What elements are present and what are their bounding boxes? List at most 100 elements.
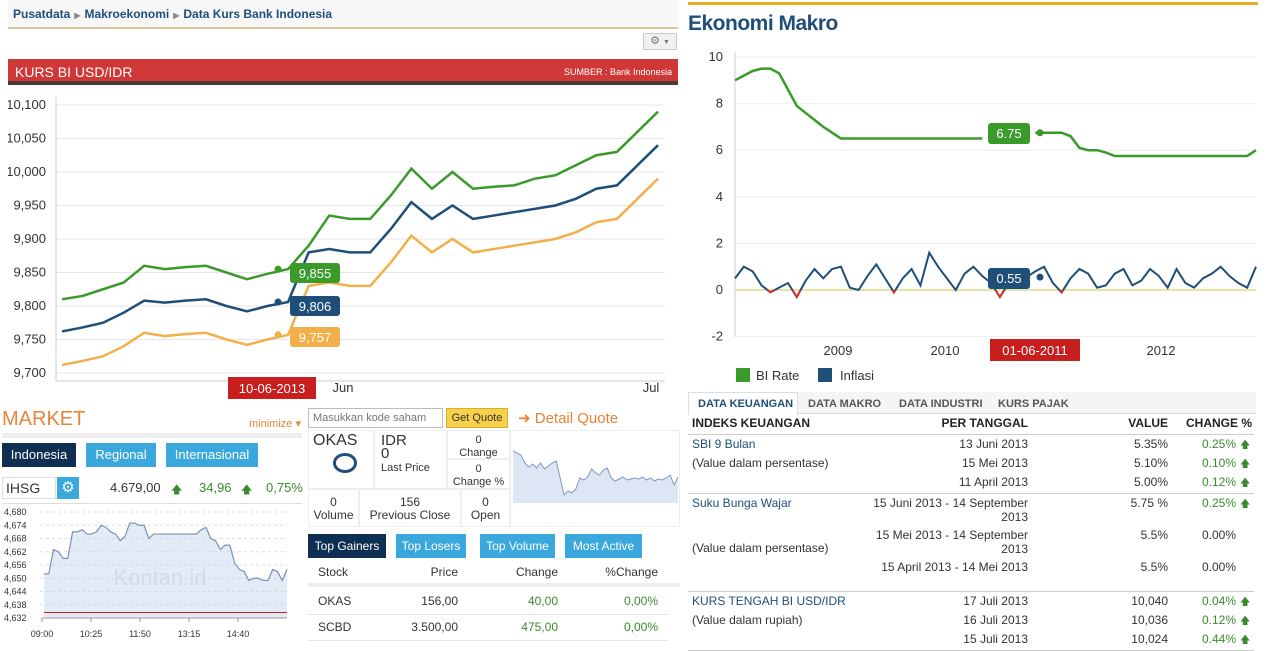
y-tick-label: 4,662 <box>4 547 27 557</box>
price-cell: 3.500,00 <box>411 620 458 634</box>
get-quote-button[interactable]: Get Quote <box>446 408 508 428</box>
value-cell: 5.75 % <box>1130 496 1168 510</box>
change-cell: 0 Change <box>447 430 510 459</box>
change-cell: 0.00% <box>1201 528 1236 542</box>
breadcrumb-item[interactable]: Data Kurs Bank Indonesia <box>183 7 332 21</box>
last-price-cell: IDR 0 Last Price <box>374 430 447 489</box>
tab-top-gainers[interactable]: Top Gainers <box>308 534 386 558</box>
crosshair-date-label: 01-06-2011 <box>1002 343 1068 358</box>
tooltip-label: 6.75 <box>996 126 1021 141</box>
y-tick-label: 10,100 <box>6 97 46 112</box>
arrow-up-icon: 🡅 <box>171 484 183 496</box>
arrow-up-icon: 🡅 <box>1240 499 1251 510</box>
x-tick-label: 2012 <box>1147 343 1176 358</box>
market-title: MARKET <box>2 408 86 430</box>
tab-kurs-pajak[interactable]: KURS PAJAK <box>998 398 1069 410</box>
value-cell: 5.35% <box>1133 437 1168 451</box>
tab-data-industri[interactable]: DATA INDUSTRI <box>899 398 983 410</box>
x-tick-label: 2010 <box>931 343 960 358</box>
circle-arrow-right-icon: ➜ <box>518 410 531 427</box>
area-fill <box>44 523 287 618</box>
tab-data-keuangan[interactable]: DATA KEUANGAN <box>698 398 793 410</box>
hover-point <box>274 265 282 273</box>
inflasi-negative-segment <box>791 289 802 299</box>
stock-code: OKAS <box>313 432 358 449</box>
price-cell: 156,00 <box>421 594 458 608</box>
legend-label: BI Rate <box>756 368 799 383</box>
y-tick-label: 10,050 <box>6 131 46 146</box>
index-name-link[interactable]: SBI 9 Bulan <box>692 437 755 451</box>
tab-top-volume[interactable]: Top Volume <box>480 534 555 558</box>
index-name-link[interactable]: Suku Bunga Wajar <box>692 496 792 510</box>
tab-data-makro[interactable]: DATA MAKRO <box>808 398 881 410</box>
index-change-pct: 0,75% <box>266 480 303 495</box>
clip-mask <box>0 92 8 392</box>
stock-cell[interactable]: SCBD <box>318 620 351 634</box>
tab-indonesia[interactable]: Indonesia <box>2 443 76 467</box>
change-cell: 0.44% <box>1201 632 1236 646</box>
y-tick-label: 4,632 <box>4 613 27 623</box>
date-cell: 15 Juni 2013 - 14 September 2013 <box>873 496 1028 524</box>
index-select[interactable]: IHSG <box>2 477 56 499</box>
chart-source: SUMBER : Bank Indonesia <box>563 67 672 77</box>
date-cell: 15 April 2013 - 14 Mei 2013 <box>881 560 1028 574</box>
stock-cell[interactable]: OKAS <box>318 594 351 608</box>
value-cell: 10,024 <box>1131 632 1168 646</box>
y-tick-label: 4,674 <box>4 520 27 530</box>
kurs-line-chart: 9,700 9,750 9,800 9,850 9,900 9,950 10,000 10,0… <box>0 92 678 399</box>
column-header: %Change <box>605 565 658 579</box>
legend-label: Inflasi <box>840 368 874 383</box>
breadcrumb-item[interactable]: Makroekonomi <box>85 7 170 21</box>
triangle-right-icon: ▶ <box>173 11 180 20</box>
change-pct-cell: 0 Change % <box>447 459 510 489</box>
x-tick-label: 14:40 <box>227 629 250 639</box>
hover-point <box>1036 129 1044 137</box>
pct-change-cell: 0,00% <box>623 620 658 634</box>
index-change: 34,96 <box>199 480 232 495</box>
stock-code-input[interactable] <box>308 408 443 428</box>
change-cell: 0.25% <box>1201 437 1236 451</box>
y-tick-label: 4,644 <box>4 587 27 597</box>
gear-icon[interactable]: ⚙ <box>57 477 79 499</box>
minimize-button[interactable]: minimize ▾ <box>249 417 301 430</box>
x-tick-label: 10:25 <box>80 629 103 639</box>
date-cell: 15 Mei 2013 <box>961 456 1028 470</box>
index-value: 4.679,00 <box>110 480 161 495</box>
column-header: Price <box>430 565 458 579</box>
tooltip-label: 9,855 <box>299 266 332 281</box>
date-cell: 15 Juli 2013 <box>963 632 1028 646</box>
legend-swatch <box>736 368 750 382</box>
value-cell: 10,036 <box>1131 613 1168 627</box>
tab-internasional[interactable]: Internasional <box>166 443 258 467</box>
breadcrumb-item[interactable]: Pusatdata <box>13 7 70 21</box>
section-title: Ekonomi Makro <box>688 12 838 35</box>
y-tick-label: 9,800 <box>13 298 46 313</box>
index-name-link[interactable]: KURS TENGAH BI USD/IDR <box>692 594 846 608</box>
change-cell: 0.04% <box>1201 594 1236 608</box>
open-cell: 0 Open <box>461 489 510 527</box>
settings-dropdown-button[interactable]: ⚙ ▼ <box>643 33 677 50</box>
y-tick-label: 4,638 <box>4 600 27 610</box>
tab-regional[interactable]: Regional <box>86 443 156 467</box>
kurs-chart-header: KURS BI USD/IDR SUMBER : Bank Indonesia <box>8 59 678 85</box>
column-header: Change <box>515 565 558 579</box>
y-tick-label: 4,650 <box>4 573 27 583</box>
y-tick-label: 9,950 <box>13 198 46 213</box>
y-tick-label: 0 <box>716 282 723 297</box>
y-tick-label: 4 <box>716 189 723 204</box>
detail-quote-link[interactable]: ➜ Detail Quote <box>518 409 618 427</box>
divider <box>2 433 302 438</box>
change-cell: 0.12% <box>1201 613 1236 627</box>
date-cell: 11 April 2013 <box>958 475 1028 489</box>
bi-rate-line <box>1035 131 1257 158</box>
divider <box>688 2 1258 5</box>
value-cell: 5.5% <box>1140 560 1168 574</box>
tab-most-active[interactable]: Most Active <box>565 534 642 558</box>
plot-background <box>8 92 678 382</box>
tooltip-label: 0.55 <box>996 271 1021 286</box>
breadcrumb: Pusatdata ▶ Makroekonomi ▶ Data Kurs Bank In… <box>8 0 678 29</box>
previous-close-cell: 156 Previous Close <box>359 489 461 527</box>
x-tick-label: 13:15 <box>178 629 201 639</box>
tab-top-losers[interactable]: Top Losers <box>396 534 466 558</box>
chevron-down-icon: ▼ <box>663 39 670 46</box>
